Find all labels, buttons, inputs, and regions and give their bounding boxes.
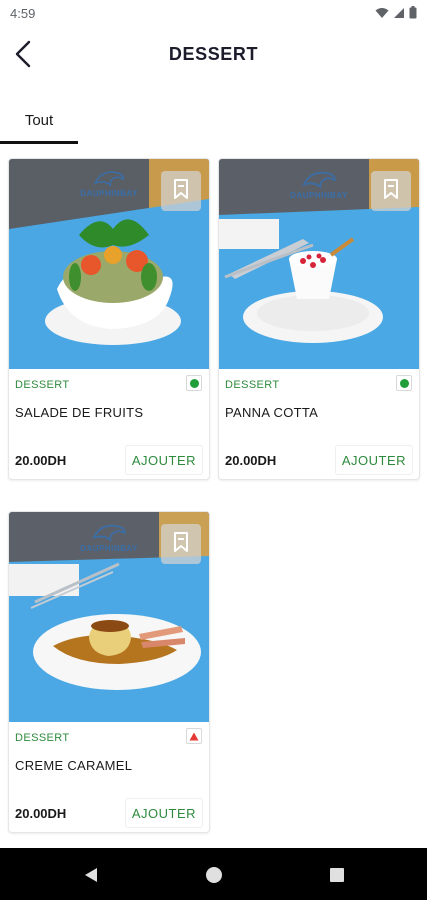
brand-name: DAUPHINBAY [290, 191, 348, 200]
tab-indicator [0, 141, 78, 144]
wifi-icon [375, 6, 389, 24]
battery-icon [409, 6, 417, 24]
status-icons [375, 6, 417, 24]
brand-logo: DAUPHINBAY [80, 520, 138, 553]
add-to-cart-button[interactable]: AJOUTER [334, 445, 413, 475]
app-header: DESSERT [0, 28, 427, 84]
nav-home-button[interactable] [203, 864, 225, 886]
product-category: DESSERT [15, 732, 70, 744]
add-to-cart-button[interactable]: AJOUTER [124, 798, 203, 828]
nav-recents-button[interactable] [326, 864, 348, 886]
brand-name: DAUPHINBAY [80, 189, 138, 198]
bookmark-button[interactable] [161, 171, 201, 211]
product-name: PANNA COTTA [225, 405, 319, 420]
product-category: DESSERT [225, 379, 280, 391]
system-navigation-bar [0, 848, 427, 900]
dolphin-logo-icon [301, 171, 336, 190]
bookmark-icon [172, 531, 190, 558]
triangle-icon [189, 732, 199, 740]
product-card[interactable]: DAUPHINBAY DESSERT PANNA COTTA 20.00DH A… [218, 158, 420, 480]
product-image: DAUPHINBAY [9, 159, 209, 369]
product-price: 20.00DH [225, 453, 277, 468]
product-price: 20.00DH [15, 806, 67, 821]
status-time: 4:59 [10, 6, 36, 21]
product-card[interactable]: DAUPHINBAY DESSERT CREME CARAMEL 20.00DH… [8, 511, 210, 833]
home-circle-icon [206, 867, 222, 883]
product-image: DAUPHINBAY [219, 159, 419, 369]
dolphin-logo-icon [91, 524, 126, 543]
page-title: DESSERT [168, 44, 259, 64]
recents-square-icon [330, 868, 344, 882]
product-price: 20.00DH [15, 453, 67, 468]
add-to-cart-button[interactable]: AJOUTER [124, 445, 203, 475]
bookmark-button[interactable] [371, 171, 411, 211]
bookmark-icon [172, 178, 190, 205]
back-triangle-icon [85, 868, 97, 882]
veg-dot [189, 378, 199, 388]
product-name: CREME CARAMEL [15, 758, 133, 773]
bookmark-icon [382, 178, 400, 205]
product-card[interactable]: DAUPHINBAY DESSERT SALADE DE FRUITS 20.0… [8, 158, 210, 480]
status-bar: 4:59 [0, 0, 427, 28]
non-veg-indicator-icon [186, 728, 202, 744]
tab-tout[interactable]: Tout [0, 96, 78, 144]
dolphin-logo-icon [93, 171, 124, 188]
brand-logo: DAUPHINBAY [80, 167, 138, 198]
product-name: SALADE DE FRUITS [15, 405, 144, 420]
veg-dot [399, 378, 409, 388]
veg-indicator-icon [186, 375, 202, 391]
veg-indicator-icon [396, 375, 412, 391]
tab-label: Tout [24, 111, 54, 129]
product-image: DAUPHINBAY [9, 512, 209, 722]
bookmark-button[interactable] [161, 524, 201, 564]
signal-icon [393, 6, 405, 24]
brand-logo: DAUPHINBAY [290, 167, 348, 200]
category-tabs: Tout [0, 96, 427, 144]
nav-back-button[interactable] [80, 864, 102, 886]
product-category: DESSERT [15, 379, 70, 391]
brand-name: DAUPHINBAY [80, 544, 138, 553]
